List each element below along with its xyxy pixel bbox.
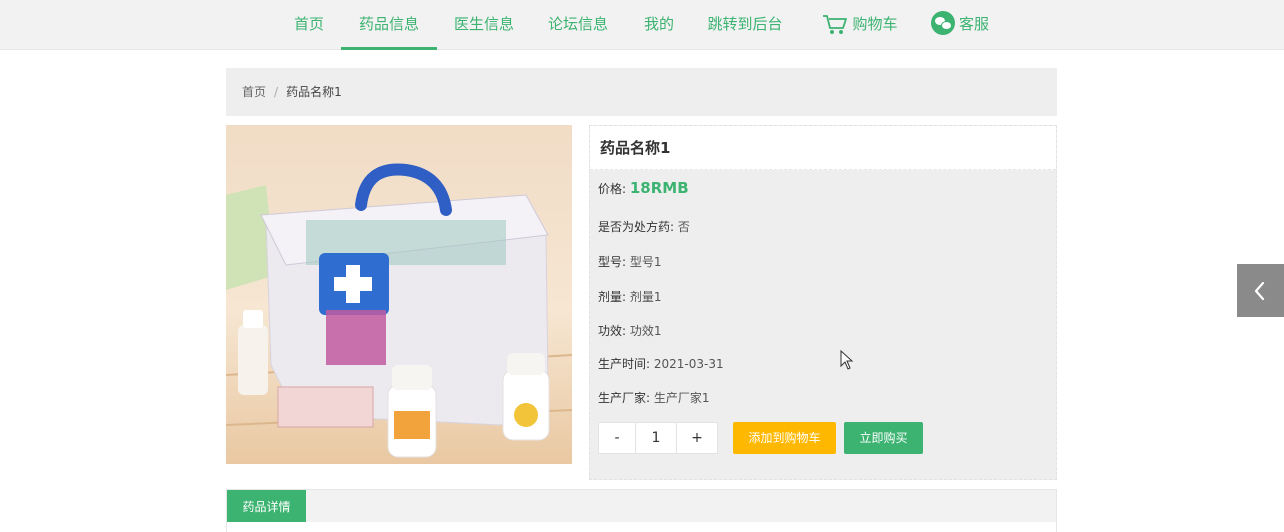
cart-icon bbox=[823, 14, 848, 34]
field-label: 生产厂家: bbox=[598, 391, 651, 405]
field-value: 否 bbox=[677, 220, 690, 234]
prescription-row: 是否为处方药: 否 bbox=[598, 218, 690, 235]
detail-content bbox=[226, 522, 1057, 532]
nav-item-service[interactable]: 客服 bbox=[924, 0, 996, 50]
mouse-cursor-icon bbox=[840, 350, 854, 370]
nav-label: 医生信息 bbox=[453, 15, 514, 33]
buy-now-button[interactable]: 立即购买 bbox=[844, 422, 923, 454]
product-image bbox=[226, 125, 572, 464]
product-title: 药品名称1 bbox=[590, 126, 1056, 170]
nav-label: 我的 bbox=[643, 15, 674, 33]
nav-label: 跳转到后台 bbox=[707, 15, 783, 33]
breadcrumb-home-link[interactable]: 首页 bbox=[242, 85, 266, 99]
field-label: 是否为处方药: bbox=[598, 220, 675, 234]
breadcrumb-separator: / bbox=[274, 85, 279, 99]
first-aid-kit-illustration bbox=[226, 163, 572, 458]
tab-medicine-detail[interactable]: 药品详情 bbox=[227, 490, 306, 524]
field-value: 2021-03-31 bbox=[653, 357, 724, 371]
nav-label: 客服 bbox=[958, 15, 989, 33]
production-date-row: 生产时间: 2021-03-31 bbox=[598, 355, 724, 372]
top-navigation: 首页 药品信息 医生信息 论坛信息 我的 跳转到后台 购物车 客服 bbox=[0, 0, 1284, 50]
nav-item-admin[interactable]: 跳转到后台 bbox=[695, 0, 795, 50]
efficacy-row: 功效: 功效1 bbox=[598, 322, 662, 339]
product-info-panel: 药品名称1 价格: 18RMB 是否为处方药: 否 型号: 型号1 剂量: 剂量… bbox=[589, 125, 1057, 480]
field-value: 型号1 bbox=[629, 255, 662, 269]
nav-item-doctor-info[interactable]: 医生信息 bbox=[440, 0, 528, 50]
dosage-row: 剂量: 剂量1 bbox=[598, 288, 662, 305]
quantity-input[interactable]: 1 bbox=[635, 422, 677, 454]
breadcrumb: 首页 / 药品名称1 bbox=[226, 68, 1057, 116]
model-row: 型号: 型号1 bbox=[598, 253, 662, 270]
quantity-minus-button[interactable]: - bbox=[598, 422, 636, 454]
quantity-plus-button[interactable]: + bbox=[676, 422, 718, 454]
nav-label: 药品信息 bbox=[358, 15, 419, 33]
field-value: 功效1 bbox=[629, 324, 662, 338]
nav-item-home[interactable]: 首页 bbox=[280, 0, 338, 50]
nav-item-cart[interactable]: 购物车 bbox=[815, 0, 905, 50]
nav-item-forum-info[interactable]: 论坛信息 bbox=[534, 0, 622, 50]
nav-item-mine[interactable]: 我的 bbox=[630, 0, 688, 50]
nav-label: 首页 bbox=[293, 15, 324, 33]
add-to-cart-button[interactable]: 添加到购物车 bbox=[733, 422, 836, 454]
field-label: 生产时间: bbox=[598, 357, 651, 371]
side-panel-toggle[interactable] bbox=[1237, 264, 1284, 317]
price-row: 价格: 18RMB bbox=[598, 179, 689, 197]
price-label: 价格: bbox=[598, 182, 627, 196]
field-value: 剂量1 bbox=[629, 290, 662, 304]
chevron-left-icon bbox=[1254, 281, 1265, 301]
manufacturer-row: 生产厂家: 生产厂家1 bbox=[598, 389, 710, 406]
field-value: 生产厂家1 bbox=[653, 391, 710, 405]
field-label: 功效: bbox=[598, 324, 627, 338]
breadcrumb-current: 药品名称1 bbox=[286, 85, 342, 99]
wechat-icon bbox=[930, 10, 955, 35]
nav-label: 论坛信息 bbox=[547, 15, 608, 33]
nav-label: 购物车 bbox=[852, 15, 898, 33]
price-value: 18RMB bbox=[629, 179, 689, 197]
field-label: 剂量: bbox=[598, 290, 627, 304]
field-label: 型号: bbox=[598, 255, 627, 269]
nav-item-medicine-info[interactable]: 药品信息 bbox=[341, 0, 437, 50]
